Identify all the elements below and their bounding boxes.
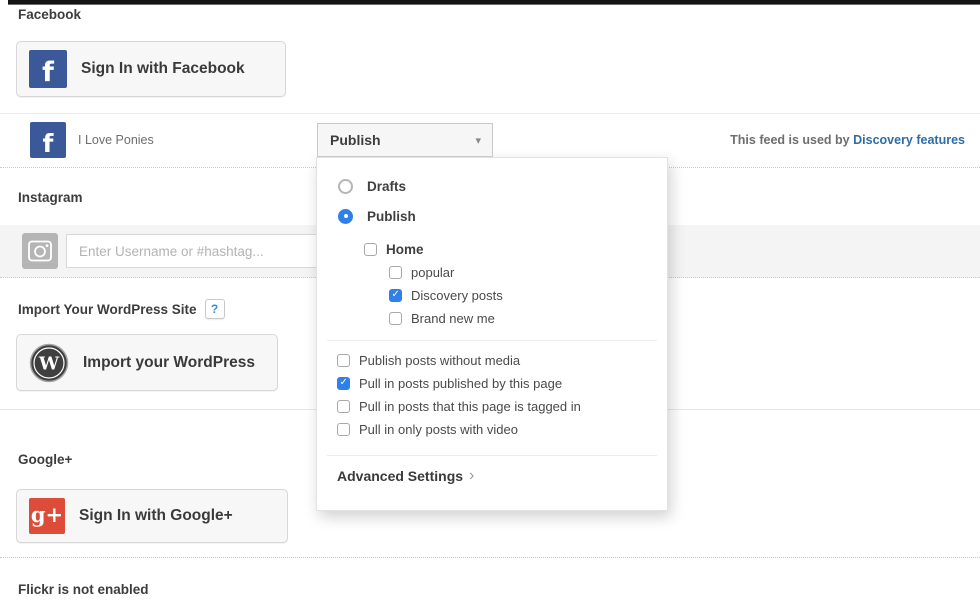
help-icon[interactable]: ?	[205, 299, 225, 319]
wordpress-import-label: Import your WordPress	[83, 354, 255, 372]
checkbox-icon[interactable]	[337, 400, 350, 413]
wordpress-import-button[interactable]: W Import your WordPress	[16, 334, 278, 391]
option-pull-tagged[interactable]: Pull in posts that this page is tagged i…	[317, 395, 667, 418]
dropdown-option-drafts[interactable]: Drafts	[317, 171, 667, 201]
advanced-settings-link[interactable]: Advanced Settings ›	[317, 468, 667, 484]
option-pull-video-only[interactable]: Pull in only posts with video	[317, 418, 667, 441]
googleplus-section-heading: Google+	[18, 452, 72, 467]
radio-icon[interactable]	[338, 179, 353, 194]
facebook-icon: f	[29, 50, 67, 88]
advanced-settings-label: Advanced Settings	[337, 468, 463, 484]
wordpress-heading-label: Import Your WordPress Site	[18, 302, 197, 317]
instagram-icon	[22, 233, 58, 269]
checkbox-icon[interactable]	[337, 354, 350, 367]
svg-text:W: W	[38, 353, 60, 374]
facebook-icon: f	[30, 122, 66, 158]
checkbox-label: Brand new me	[411, 311, 495, 326]
divider	[0, 557, 980, 558]
radio-label: Drafts	[367, 179, 406, 194]
checkbox-icon[interactable]	[389, 312, 402, 325]
instagram-section-heading: Instagram	[18, 190, 83, 205]
album-discovery-posts[interactable]: Discovery posts	[317, 284, 667, 307]
chevron-right-icon: ›	[469, 468, 474, 484]
flickr-status-text: Flickr is not enabled	[18, 582, 149, 597]
checkbox-icon[interactable]	[364, 243, 377, 256]
facebook-signin-button[interactable]: f Sign In with Facebook	[16, 41, 286, 97]
checkbox-icon[interactable]	[389, 266, 402, 279]
feed-status-value: Publish	[330, 132, 381, 148]
wordpress-icon: W	[29, 343, 69, 383]
facebook-section-heading: Facebook	[18, 7, 81, 22]
album-home[interactable]: Home	[317, 237, 667, 261]
caret-down-icon: ▾	[475, 134, 481, 147]
facebook-signin-label: Sign In with Facebook	[81, 60, 245, 78]
checkbox-icon[interactable]	[337, 377, 350, 390]
feed-status-dropdown: Drafts Publish Home popular Discovery po…	[316, 157, 668, 511]
checkbox-label: Publish posts without media	[359, 353, 520, 368]
divider	[327, 455, 657, 456]
dropdown-option-publish[interactable]: Publish	[317, 201, 667, 231]
checkbox-label: Pull in posts that this page is tagged i…	[359, 399, 581, 414]
checkbox-label: popular	[411, 265, 454, 280]
radio-icon[interactable]	[338, 209, 353, 224]
wordpress-section-heading: Import Your WordPress Site ?	[18, 299, 225, 319]
album-popular[interactable]: popular	[317, 261, 667, 284]
option-publish-without-media[interactable]: Publish posts without media	[317, 349, 667, 372]
feed-usage-text: This feed is used by Discovery features	[730, 133, 965, 147]
feed-usage-prefix: This feed is used by	[730, 133, 849, 147]
feed-status-select[interactable]: Publish ▾	[317, 123, 493, 157]
googleplus-icon: g+	[29, 498, 65, 534]
divider	[327, 340, 657, 341]
radio-label: Publish	[367, 209, 416, 224]
feed-name: I Love Ponies	[78, 133, 154, 147]
checkbox-icon[interactable]	[389, 289, 402, 302]
checkbox-label: Discovery posts	[411, 288, 503, 303]
checkbox-label: Home	[386, 242, 424, 257]
googleplus-signin-button[interactable]: g+ Sign In with Google+	[16, 489, 288, 543]
discovery-features-link[interactable]: Discovery features	[853, 133, 965, 147]
feed-settings-page: Facebook f Sign In with Facebook f I Lov…	[0, 0, 980, 605]
googleplus-signin-label: Sign In with Google+	[79, 507, 233, 525]
top-bar	[8, 0, 980, 5]
album-brand-new-me[interactable]: Brand new me	[317, 307, 667, 330]
checkbox-label: Pull in only posts with video	[359, 422, 518, 437]
checkbox-label: Pull in posts published by this page	[359, 376, 562, 391]
checkbox-icon[interactable]	[337, 423, 350, 436]
option-pull-published[interactable]: Pull in posts published by this page	[317, 372, 667, 395]
